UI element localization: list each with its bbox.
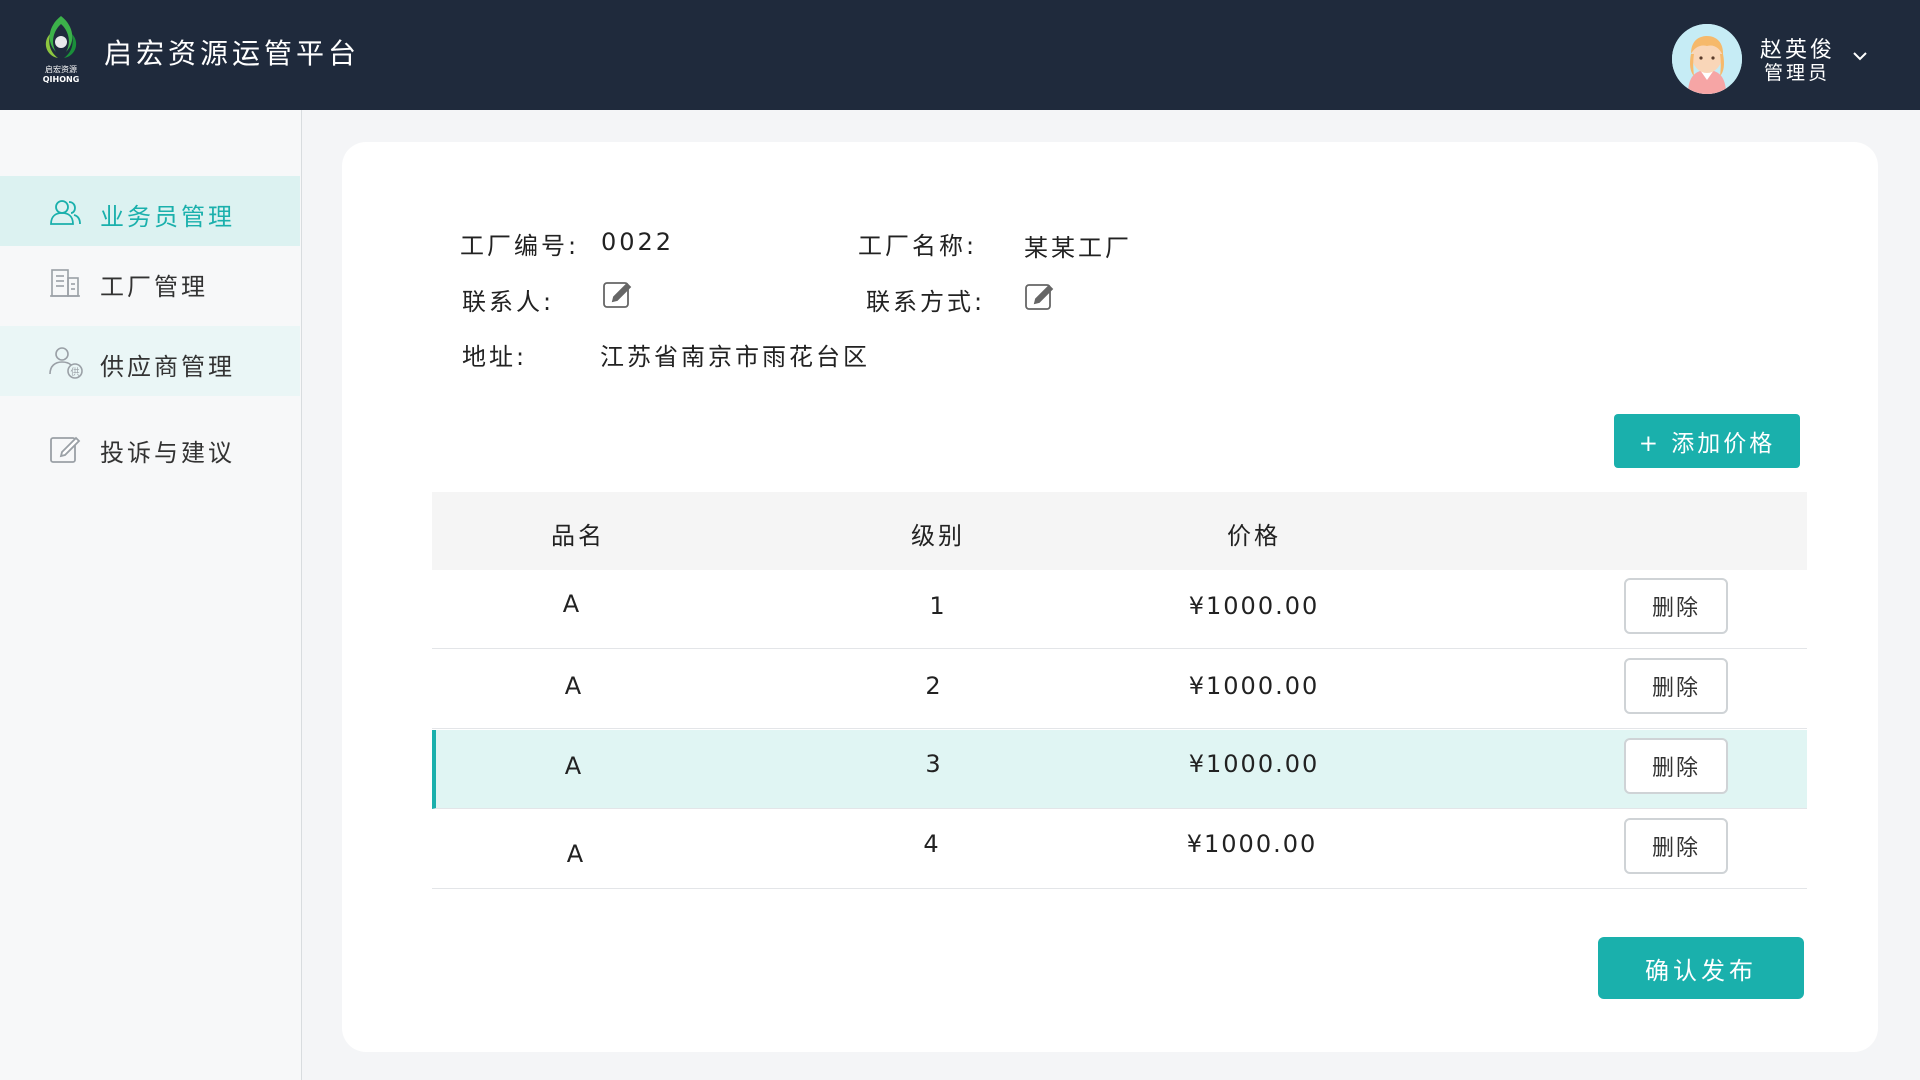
sidebar-item-supplier-management[interactable]: 供 供应商管理	[0, 326, 300, 396]
sidebar-item-label: 供应商管理	[100, 353, 235, 381]
top-header: 启宏资源 QIHONG 启宏资源运管平台 赵英俊 管理员	[0, 0, 1920, 110]
svg-text:启宏资源: 启宏资源	[45, 64, 77, 74]
sidebar-item-salesperson-management[interactable]: 业务员管理	[0, 176, 300, 246]
table-header: 品名 级别 价格	[432, 492, 1807, 570]
cell-name: A	[564, 672, 584, 700]
sidebar-item-label: 投诉与建议	[100, 439, 235, 467]
user-avatar[interactable]	[1672, 24, 1742, 94]
building-icon	[48, 266, 82, 300]
sidebar-item-factory-management[interactable]: 工厂管理	[0, 246, 300, 316]
factory-name-label: 工厂名称:	[858, 232, 978, 260]
address-value: 江苏省南京市雨花台区	[600, 343, 870, 371]
cell-price: ¥1000.00	[1188, 750, 1320, 778]
column-header-level: 级别	[911, 522, 965, 550]
edit-note-icon	[48, 432, 82, 466]
contact-method-label: 联系方式:	[866, 288, 986, 316]
add-price-button[interactable]: + 添加价格	[1614, 414, 1800, 468]
cell-price: ¥1000.00	[1186, 830, 1318, 858]
sidebar-item-label: 工厂管理	[100, 273, 208, 301]
delete-button[interactable]: 删除	[1624, 738, 1728, 794]
contact-person-label: 联系人:	[462, 288, 555, 316]
table-row: A 1 ¥1000.00 删除	[432, 570, 1807, 649]
factory-id-label: 工厂编号:	[460, 232, 580, 260]
chevron-down-icon[interactable]	[1850, 46, 1870, 66]
edit-contact-method-icon[interactable]	[1024, 280, 1056, 312]
user-role: 管理员	[1764, 62, 1831, 84]
column-header-price: 价格	[1227, 522, 1281, 550]
sidebar-item-label: 业务员管理	[100, 203, 235, 231]
cell-price: ¥1000.00	[1188, 592, 1320, 620]
delete-button[interactable]: 删除	[1624, 658, 1728, 714]
cell-level: 1	[929, 592, 947, 620]
sidebar: 业务员管理 工厂管理 供 供应商管理 投诉与建议	[0, 110, 302, 1080]
user-group-icon	[48, 196, 82, 230]
cell-price: ¥1000.00	[1188, 672, 1320, 700]
cell-level: 3	[925, 750, 943, 778]
cell-name: A	[562, 590, 582, 618]
delete-button[interactable]: 删除	[1624, 578, 1728, 634]
table-row-selected: A 3 ¥1000.00 删除	[432, 730, 1807, 809]
cell-level: 2	[925, 672, 943, 700]
sidebar-item-complaints-suggestions[interactable]: 投诉与建议	[0, 412, 300, 482]
edit-contact-icon[interactable]	[602, 278, 634, 310]
supplier-icon: 供	[48, 344, 83, 379]
address-label: 地址:	[462, 343, 528, 371]
table-row: A 4 ¥1000.00 删除	[432, 810, 1807, 889]
svg-text:QIHONG: QIHONG	[43, 75, 80, 84]
cell-level: 4	[923, 830, 941, 858]
delete-button[interactable]: 删除	[1624, 818, 1728, 874]
svg-text:供: 供	[70, 366, 79, 378]
cell-name: A	[564, 752, 584, 780]
company-logo: 启宏资源 QIHONG	[36, 12, 86, 86]
table-row: A 2 ¥1000.00 删除	[432, 650, 1807, 729]
app-title: 启宏资源运管平台	[104, 37, 361, 70]
factory-name-value: 某某工厂	[1024, 234, 1132, 262]
column-header-name: 品名	[551, 522, 605, 550]
cell-name: A	[566, 840, 586, 868]
confirm-publish-button[interactable]: 确认发布	[1598, 937, 1804, 999]
factory-id-value: 0022	[601, 228, 675, 256]
